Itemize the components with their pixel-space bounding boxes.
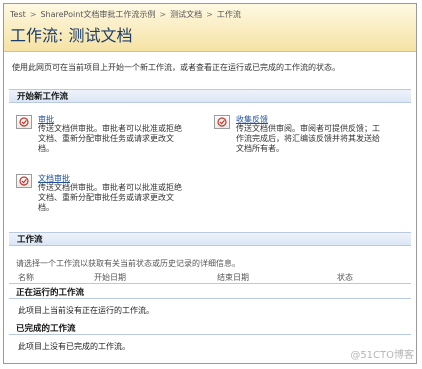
column-start-date[interactable]: 开始日期 [94, 272, 126, 283]
workflows-header: 工作流 [9, 232, 411, 246]
breadcrumb-item-current: 工作流 [216, 10, 241, 19]
select-workflow-hint: 请选择一个工作流以获取有关当前状态或历史记录的详细信息。 [16, 259, 240, 268]
approval-check-icon [16, 115, 32, 129]
divider [9, 334, 411, 335]
column-end-date[interactable]: 结束日期 [217, 272, 249, 283]
breadcrumb-separator: > [159, 10, 167, 19]
intro-text: 使用此网页可在当前项目上开始一个新工作流，或者查看正在运行或已完成的工作流的状态… [12, 63, 340, 72]
breadcrumb-separator: > [206, 10, 213, 19]
column-status[interactable]: 状态 [337, 272, 353, 283]
title-bar: Test > SharePoint文档审批工作流示例 > 测试文档 > 工作流 工作流: 测… [4, 4, 416, 52]
approval-check-icon [16, 174, 32, 188]
page-title: 工作流: 测试文档 [10, 26, 133, 45]
watermark: @51CTO博客 [350, 350, 414, 361]
divider [9, 298, 411, 299]
breadcrumb-separator: > [29, 10, 37, 19]
workflow-page: Test > SharePoint文档审批工作流示例 > 测试文档 > 工作流 工作流: 测… [3, 3, 417, 364]
breadcrumb-item-document[interactable]: 测试文档 [170, 10, 202, 19]
breadcrumb-item-site[interactable]: Test [10, 10, 26, 19]
breadcrumb-item-list[interactable]: SharePoint文档审批工作流示例 [40, 10, 155, 19]
start-workflow-header: 开始新工作流 [9, 89, 411, 103]
running-workflows-title: 正在运行的工作流 [16, 288, 85, 298]
approval-check-icon [214, 115, 230, 129]
workflow-description: 传送文档供审批。审批者可以批准或拒绝文档、重新分配审批任务或请求更改文档。 [38, 124, 182, 153]
column-name[interactable]: 名称 [18, 272, 34, 283]
breadcrumb: Test > SharePoint文档审批工作流示例 > 测试文档 > 工作流 [10, 9, 241, 20]
workflow-description: 传送文档供审阅。审阅者可提供反馈；工作流完成后，将汇编该反馈并将其发送给文档所有… [236, 124, 380, 153]
completed-workflows-empty: 此项目上没有已完成的工作流。 [18, 342, 130, 351]
workflow-table-header: 名称 开始日期 结束日期 状态 [9, 270, 411, 284]
completed-workflows-title: 已完成的工作流 [16, 324, 76, 334]
workflow-description: 传送文档供审批。审批者可以批准或拒绝文档、重新分配审批任务或请求更改文档。 [38, 183, 182, 212]
running-workflows-empty: 此项目上当前没有正在运行的工作流。 [18, 306, 154, 315]
